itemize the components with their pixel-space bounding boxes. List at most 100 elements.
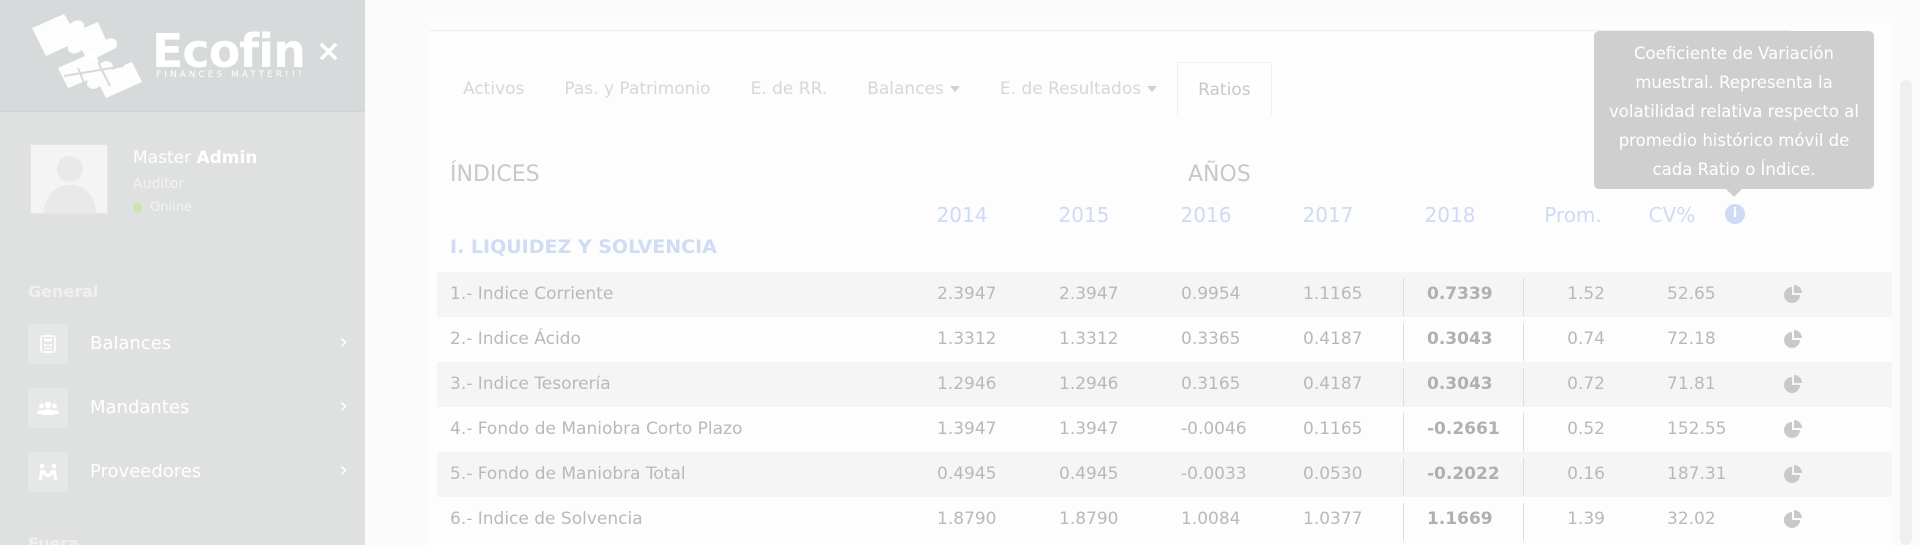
tooltip-arrow (1726, 189, 1742, 197)
pie-chart-icon[interactable] (1782, 509, 1804, 531)
value-cv: 72.18 (1667, 329, 1716, 349)
tab-label: Balances (867, 79, 944, 99)
scrollbar[interactable] (1900, 80, 1912, 545)
cv-tooltip: Coeficiente de Variación muestral. Repre… (1594, 31, 1874, 189)
users-icon (28, 388, 68, 428)
pie-chart-icon[interactable] (1782, 419, 1804, 441)
sidebar: Ecofin FINANCES MATTER!!! × Master Admin… (0, 0, 365, 545)
table-row: 1.- Indice Corriente 2.3947 2.3947 0.9954 1.… (437, 272, 1892, 317)
handshake-icon (28, 452, 68, 492)
value-2016: 0.9954 (1181, 284, 1241, 304)
value-2018: 0.3043 (1427, 329, 1493, 349)
ratio-name: 3.- Indice Tesorería (450, 374, 611, 394)
value-prom: 0.52 (1567, 419, 1605, 439)
value-2014: 1.3312 (937, 329, 997, 349)
value-cv: 52.65 (1667, 284, 1716, 304)
table-row: 4.- Fondo de Maniobra Corto Plazo 1.3947 1… (437, 407, 1892, 452)
value-2018: -0.2661 (1427, 419, 1500, 439)
chevron-right-icon: › (339, 458, 348, 483)
value-2016: -0.0046 (1181, 419, 1247, 439)
tab-balances[interactable]: Balances (847, 62, 980, 114)
column-divider (1523, 458, 1524, 496)
table-row: 5.- Fondo de Maniobra Total 0.4945 0.4945 -… (437, 452, 1892, 497)
nav-section-general: General (28, 282, 99, 301)
value-cv: 32.02 (1667, 509, 1716, 529)
column-divider (1523, 368, 1524, 406)
column-header-2015: 2015 (1058, 203, 1110, 227)
value-cv: 187.31 (1667, 464, 1727, 484)
tab-label: Ratios (1198, 80, 1251, 100)
column-divider (1403, 368, 1404, 406)
avatar (30, 144, 108, 214)
table-row: 2.- Indice Ácido 1.3312 1.3312 0.3365 0.4187… (437, 317, 1892, 362)
nav-section-second: Fuera (28, 534, 80, 545)
user-panel: Master Admin Auditor Online (30, 144, 350, 220)
pie-chart-icon[interactable] (1782, 329, 1804, 351)
user-name: Master Admin (133, 148, 257, 168)
value-prom: 1.52 (1567, 284, 1605, 304)
value-prom: 1.39 (1567, 509, 1605, 529)
tab-label: Activos (463, 79, 525, 99)
user-last-name: Admin (196, 148, 258, 168)
tab-estado-resultados[interactable]: E. de Resultados (980, 62, 1177, 114)
column-divider (1523, 413, 1524, 451)
pie-chart-icon[interactable] (1782, 374, 1804, 396)
sidebar-item-balances[interactable]: Balances › (28, 324, 348, 364)
ratio-name: 4.- Fondo de Maniobra Corto Plazo (450, 419, 743, 439)
user-status-label: Online (150, 200, 192, 215)
calculator-icon (28, 324, 68, 364)
ratio-name: 2.- Indice Ácido (450, 329, 581, 349)
value-2014: 1.8790 (937, 509, 997, 529)
divider (430, 30, 1790, 31)
value-2018: 0.3043 (1427, 374, 1493, 394)
user-status: Online (133, 200, 192, 215)
tab-estado-rr[interactable]: E. de RR. (731, 62, 848, 114)
tab-ratios[interactable]: Ratios (1177, 62, 1272, 114)
pie-chart-icon[interactable] (1782, 464, 1804, 486)
value-2016: 0.3365 (1181, 329, 1241, 349)
pie-chart-icon[interactable] (1782, 284, 1804, 306)
sidebar-item-proveedores[interactable]: Proveedores › (28, 452, 348, 492)
column-header-2017: 2017 (1302, 203, 1354, 227)
table-row: 6.- Indice de Solvencia 1.8790 1.8790 1.008… (437, 497, 1892, 542)
avatar-placeholder-icon (43, 156, 97, 213)
value-2014: 0.4945 (937, 464, 997, 484)
ratio-name: 5.- Fondo de Maniobra Total (450, 464, 686, 484)
column-divider (1403, 323, 1404, 361)
value-2015: 1.8790 (1059, 509, 1119, 529)
column-divider (1403, 278, 1404, 316)
tab-label: E. de RR. (750, 79, 828, 99)
chevron-right-icon: › (339, 394, 348, 419)
chevron-right-icon: › (339, 330, 348, 355)
ratio-name: 6.- Indice de Solvencia (450, 509, 643, 529)
value-2015: 0.4945 (1059, 464, 1119, 484)
value-2018: -0.2022 (1427, 464, 1500, 484)
value-2018: 1.1669 (1427, 509, 1493, 529)
brand-header: Ecofin FINANCES MATTER!!! × (0, 0, 365, 112)
sidebar-item-label: Proveedores (90, 461, 202, 482)
tab-pasivos-patrimonio[interactable]: Pas. y Patrimonio (544, 62, 730, 114)
column-divider (1403, 503, 1404, 541)
info-icon[interactable]: i (1725, 204, 1745, 224)
tab-activos[interactable]: Activos (443, 62, 544, 114)
brand-tagline: FINANCES MATTER!!! (156, 70, 305, 80)
value-2014: 1.2946 (937, 374, 997, 394)
column-divider (1403, 458, 1404, 496)
value-2016: 0.3165 (1181, 374, 1241, 394)
online-dot-icon (133, 203, 142, 212)
column-divider (1403, 413, 1404, 451)
close-icon[interactable]: × (316, 34, 341, 69)
years-heading: AÑOS (1188, 162, 1251, 187)
column-divider (1523, 503, 1524, 541)
value-2016: 1.0084 (1181, 509, 1241, 529)
value-2017: 0.4187 (1303, 329, 1363, 349)
tab-label: E. de Resultados (999, 79, 1142, 99)
value-2014: 1.3947 (937, 419, 997, 439)
user-first-name: Master (133, 148, 192, 168)
table-row: 3.- Indice Tesorería 1.2946 1.2946 0.3165 0.… (437, 362, 1892, 407)
column-header-2014: 2014 (936, 203, 988, 227)
tab-bar: Activos Pas. y Patrimonio E. de RR. Bala… (443, 62, 1272, 114)
value-2015: 1.3947 (1059, 419, 1119, 439)
sidebar-item-mandantes[interactable]: Mandantes › (28, 388, 348, 428)
indices-heading: ÍNDICES (450, 162, 540, 187)
